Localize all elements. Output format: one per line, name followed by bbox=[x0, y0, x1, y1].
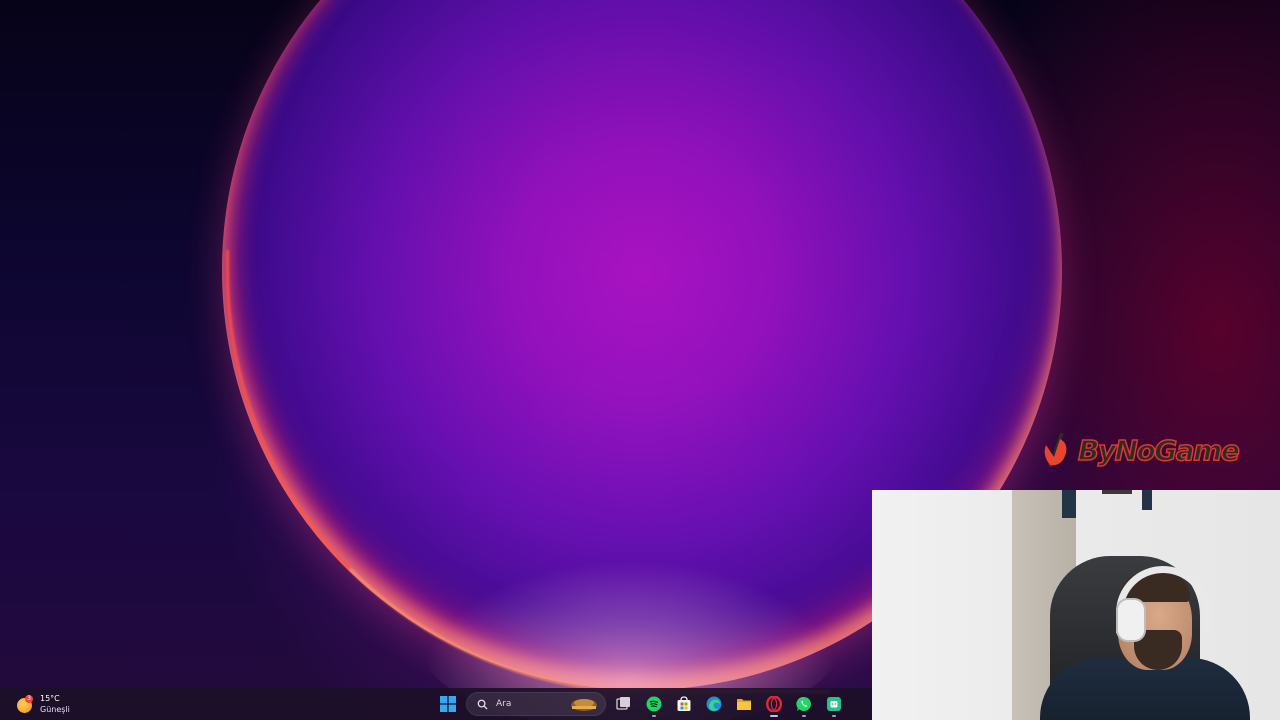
webcam-overlay bbox=[872, 490, 1280, 720]
taskbar-app-store[interactable] bbox=[672, 690, 696, 718]
wallpaper-rim bbox=[226, 250, 829, 693]
weather-widget[interactable]: 3 15°C Güneşli bbox=[12, 691, 74, 717]
search-icon bbox=[477, 699, 488, 710]
taskbar-app-misc[interactable] bbox=[822, 690, 846, 718]
brand-logo: ByNoGame bbox=[1040, 428, 1260, 472]
brand-mark-icon bbox=[1044, 432, 1067, 468]
edge-icon bbox=[706, 696, 722, 712]
search-placeholder: Ara bbox=[496, 699, 512, 709]
taskbar-app-whatsapp[interactable] bbox=[792, 690, 816, 718]
store-icon bbox=[677, 696, 691, 711]
search-highlight-icon bbox=[571, 699, 597, 711]
taskbar-app-explorer[interactable] bbox=[732, 690, 756, 718]
spotify-icon bbox=[646, 696, 662, 712]
taskbar-app-opera[interactable] bbox=[762, 690, 786, 718]
webcam-background-hangers bbox=[1062, 490, 1152, 518]
whatsapp-icon bbox=[796, 696, 811, 711]
weather-badge: 3 bbox=[25, 695, 33, 703]
start-button[interactable] bbox=[436, 690, 460, 718]
sun-icon: 3 bbox=[16, 695, 34, 713]
opera-icon bbox=[766, 696, 782, 712]
app-icon bbox=[827, 697, 841, 711]
folder-icon bbox=[737, 699, 751, 710]
taskbar-app-edge[interactable] bbox=[702, 690, 726, 718]
task-view-button[interactable] bbox=[612, 690, 636, 718]
windows-logo-icon bbox=[440, 696, 456, 712]
headset-earcup bbox=[1116, 598, 1146, 642]
taskbar-search[interactable]: Ara bbox=[466, 692, 606, 716]
taskbar-apps: Ara bbox=[436, 690, 846, 718]
weather-condition: Güneşli bbox=[40, 705, 70, 714]
task-view-icon bbox=[616, 697, 630, 710]
weather-temperature: 15°C bbox=[40, 694, 60, 703]
taskbar-app-spotify[interactable] bbox=[642, 690, 666, 718]
brand-logo-text: ByNoGame bbox=[1077, 433, 1240, 468]
taskbar: 3 15°C Güneşli Ara bbox=[0, 688, 872, 720]
desktop[interactable]: ByNoGame bbox=[0, 0, 1280, 720]
